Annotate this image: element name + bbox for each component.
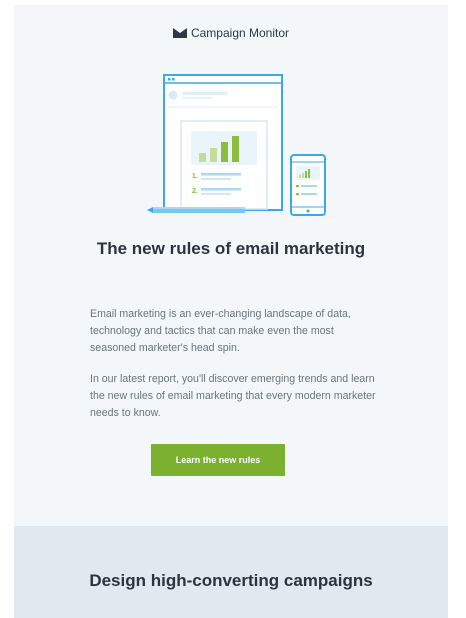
learn-rules-button[interactable]: Learn the new rules [151, 444, 285, 476]
intro-paragraph: Email marketing is an ever-changing land… [90, 308, 351, 354]
report-paragraph: In our latest report, you'll discover em… [90, 373, 376, 419]
report-illustration: 1. 2. [147, 74, 326, 216]
page-title: The new rules of email marketing [96, 239, 366, 258]
design-section: Design high-converting campaigns [14, 526, 448, 618]
list-number-2: 2. [192, 188, 198, 195]
brand-header[interactable]: Campaign Monitor [14, 26, 448, 40]
envelope-logo-icon [172, 28, 187, 38]
section-title: Design high-converting campaigns [89, 571, 373, 590]
brand-name: Campaign Monitor [190, 26, 290, 40]
list-number-1: 1. [192, 173, 198, 180]
